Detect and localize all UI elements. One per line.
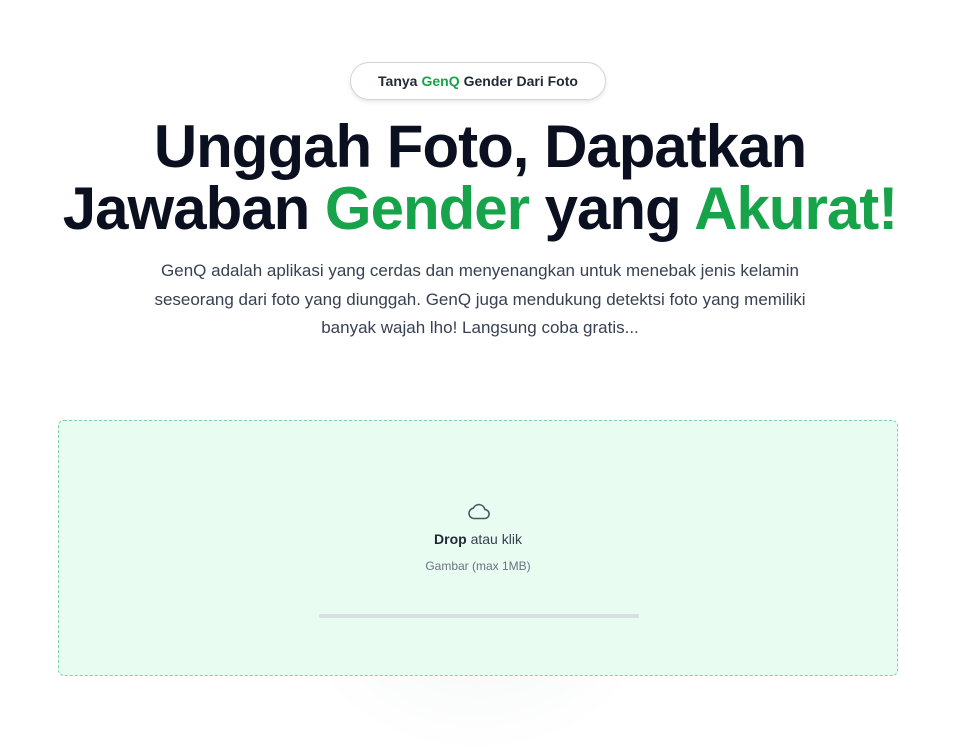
headline-line-2-part-2: yang <box>544 175 682 242</box>
drop-label: Drop <box>434 531 467 547</box>
headline-highlight-akurat: Akurat! <box>694 175 898 242</box>
upload-hint: Gambar (max 1MB) <box>425 559 531 573</box>
hero-description: GenQ adalah aplikasi yang cerdas dan men… <box>154 261 806 337</box>
badge-suffix: Gender Dari Foto <box>463 73 578 89</box>
upload-progress-bar <box>319 614 639 618</box>
badge-pill[interactable]: Tanya GenQ Gender Dari Foto <box>350 62 606 100</box>
headline-line-1: Unggah Foto, Dapatkan <box>153 113 807 180</box>
drop-instruction: Drop atau klik <box>59 531 897 547</box>
badge-brand: GenQ <box>421 73 460 89</box>
headline-highlight-gender: Gender <box>324 175 530 242</box>
headline-line-2-part-1: Jawaban <box>62 175 310 242</box>
hero-headline: Unggah Foto, Dapatkan Jawaban Gender yan… <box>0 116 960 240</box>
badge-prefix: Tanya <box>378 73 418 89</box>
page: Tanya GenQ Gender Dari Foto Unggah Foto,… <box>0 0 960 753</box>
drop-suffix: atau klik <box>470 531 522 547</box>
cloud-icon <box>468 503 490 520</box>
upload-dropzone[interactable]: Drop atau klik Gambar (max 1MB) <box>58 420 898 676</box>
